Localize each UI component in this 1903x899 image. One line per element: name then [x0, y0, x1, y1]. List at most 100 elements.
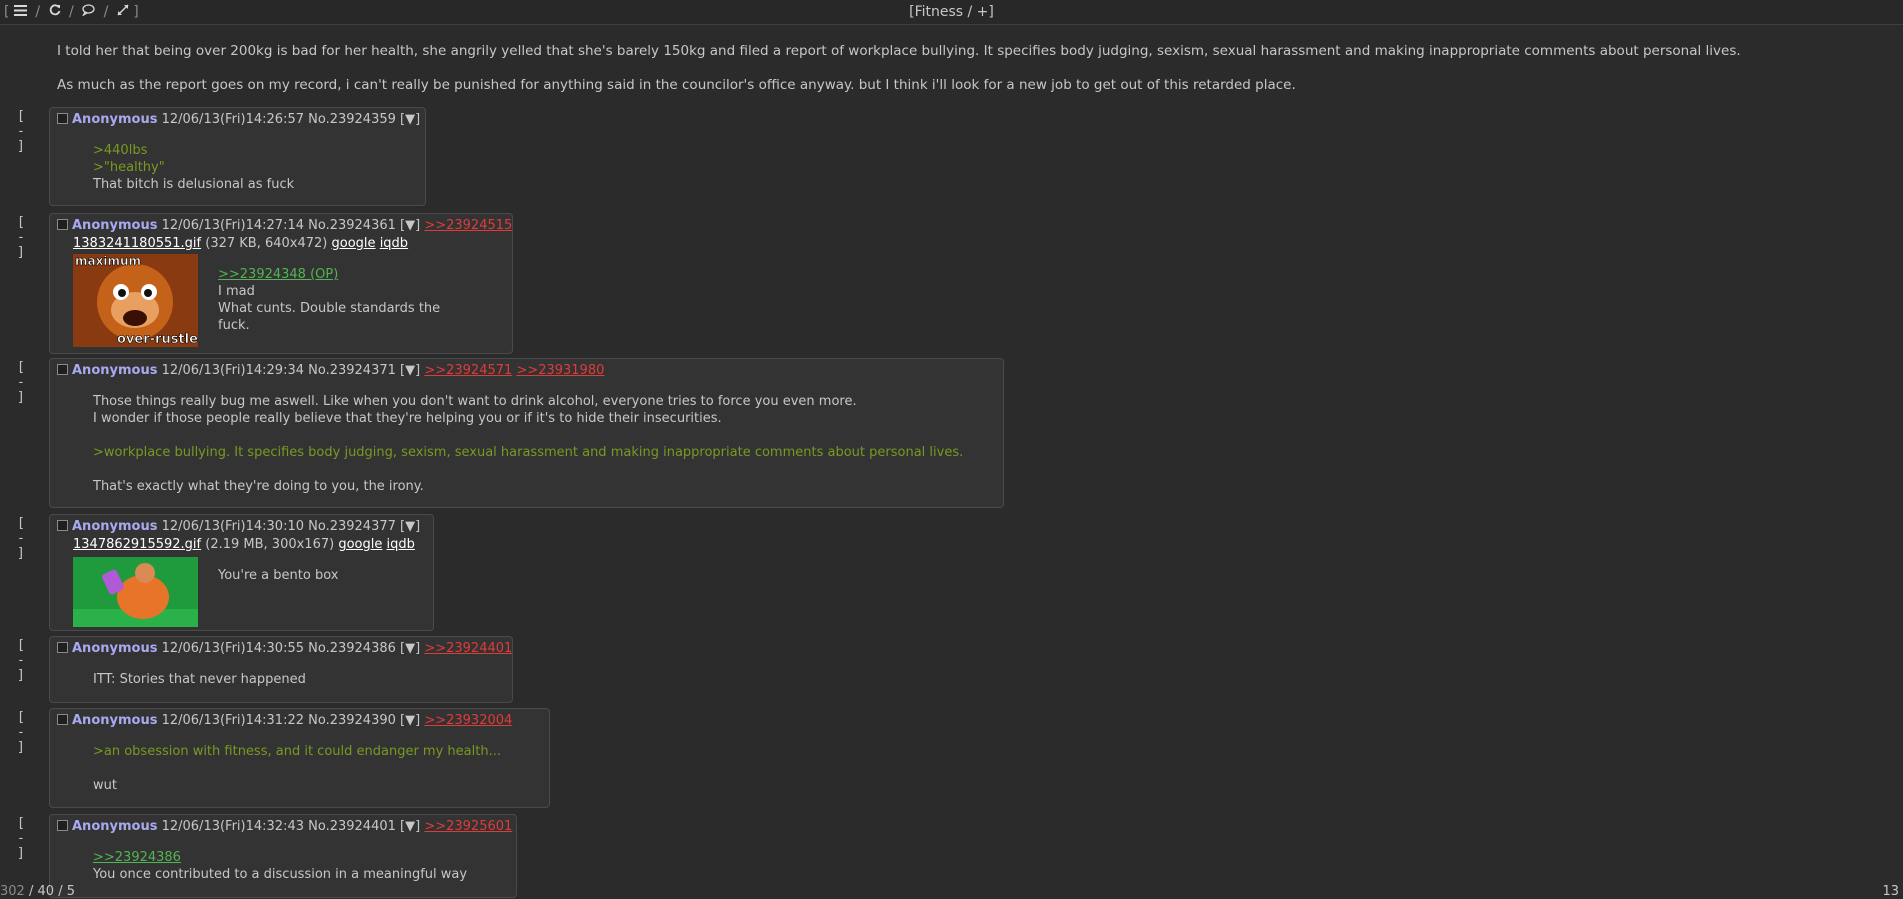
- post-number[interactable]: No.23924401: [308, 819, 396, 834]
- status-right: 13: [1882, 884, 1899, 899]
- iqdb-search-link[interactable]: iqdb: [387, 537, 415, 552]
- post-date: 12/06/13(Fri)14:30:10: [161, 519, 304, 534]
- quote-link[interactable]: >>23924348 (OP): [218, 267, 338, 282]
- file-meta: (2.19 MB, 300x167): [205, 537, 335, 552]
- google-search-link[interactable]: google: [338, 537, 382, 552]
- poster-name: Anonymous: [72, 641, 158, 656]
- backlink[interactable]: >>23924571: [424, 363, 512, 378]
- post-number[interactable]: No.23924359: [308, 112, 396, 127]
- quote-link[interactable]: >>23924386: [93, 850, 181, 865]
- post-message: >>23924386 You once contributed to a disc…: [93, 849, 467, 883]
- collapse-toggle[interactable]: [ - ]: [17, 710, 25, 755]
- message-line: I mad: [218, 284, 255, 299]
- post-info: Anonymous 12/06/13(Fri)14:30:55 No.23924…: [57, 641, 512, 656]
- post-menu-button[interactable]: [▼]: [400, 519, 420, 534]
- message-line: You're a bento box: [218, 568, 339, 583]
- message-line: You once contributed to a discussion in …: [93, 867, 468, 882]
- post-message: >440lbs >"healthy" That bitch is delusiona…: [93, 142, 294, 193]
- collapse-toggle[interactable]: [ - ]: [17, 360, 25, 405]
- post-info: Anonymous 12/06/13(Fri)14:29:34 No.23924…: [57, 363, 604, 378]
- greentext-line: >an obsession with fitness, and it could…: [93, 744, 501, 759]
- post-message: >>23924348 (OP) I mad What cunts. Double s…: [218, 266, 440, 334]
- post-menu-button[interactable]: [▼]: [400, 112, 420, 127]
- backlink[interactable]: >>23932004: [424, 713, 512, 728]
- google-search-link[interactable]: google: [332, 236, 376, 251]
- post-info: Anonymous 12/06/13(Fri)14:30:10 No.23924…: [57, 519, 420, 534]
- collapse-toggle[interactable]: [ - ]: [17, 215, 25, 260]
- backlink[interactable]: >>23924401: [424, 641, 512, 656]
- post-menu-button[interactable]: [▼]: [400, 819, 420, 834]
- image-count: 40: [37, 884, 55, 899]
- message-line: fuck.: [218, 318, 250, 333]
- post-checkbox[interactable]: [57, 520, 68, 531]
- reply-post: Anonymous 12/06/13(Fri)14:30:55 No.23924…: [49, 636, 513, 703]
- post-message: >an obsession with fitness, and it could…: [93, 743, 501, 794]
- post-date: 12/06/13(Fri)14:26:57: [161, 112, 304, 127]
- reply-post: Anonymous 12/06/13(Fri)14:29:34 No.23924…: [49, 358, 1004, 508]
- reply-post: Anonymous 12/06/13(Fri)14:27:14 No.23924…: [49, 213, 513, 354]
- message-line: Those things really bug me aswell. Like …: [93, 394, 857, 409]
- post-menu-button[interactable]: [▼]: [400, 363, 420, 378]
- post-info: Anonymous 12/06/13(Fri)14:31:22 No.23924…: [57, 713, 512, 728]
- board-title[interactable]: [Fitness / +]: [0, 0, 1903, 24]
- thread-stats: 302 / 40 / 5: [0, 884, 75, 899]
- backlink[interactable]: >>23931980: [516, 363, 604, 378]
- post-message: Those things really bug me aswell. Like …: [93, 393, 963, 495]
- post-checkbox[interactable]: [57, 714, 68, 725]
- file-name-link[interactable]: 1383241180551.gif: [73, 236, 201, 251]
- post-thumbnail[interactable]: [73, 557, 198, 627]
- message-line: [93, 461, 963, 478]
- reply-post: Anonymous 12/06/13(Fri)14:26:57 No.23924…: [49, 107, 426, 206]
- post-number[interactable]: No.23924390: [308, 713, 396, 728]
- top-bar: [ / / / ] [Fitness / +]: [0, 0, 1903, 25]
- post-count: 302: [0, 884, 25, 899]
- message-line: wut: [93, 778, 117, 793]
- post-number[interactable]: No.23924361: [308, 218, 396, 233]
- file-info: 1383241180551.gif (327 KB, 640x472) goog…: [73, 236, 408, 251]
- poster-name: Anonymous: [72, 363, 158, 378]
- post-menu-button[interactable]: [▼]: [400, 713, 420, 728]
- post-number[interactable]: No.23924386: [308, 641, 396, 656]
- reply-post: Anonymous 12/06/13(Fri)14:30:10 No.23924…: [49, 514, 434, 631]
- post-checkbox[interactable]: [57, 219, 68, 230]
- message-line: That's exactly what they're doing to you…: [93, 479, 424, 494]
- post-number[interactable]: No.23924377: [308, 519, 396, 534]
- message-line: That bitch is delusional as fuck: [93, 177, 295, 192]
- post-thumbnail[interactable]: maximum over-rustle: [73, 254, 198, 347]
- collapse-toggle[interactable]: [ - ]: [17, 109, 25, 154]
- collapse-toggle[interactable]: [ - ]: [17, 638, 25, 683]
- poster-name: Anonymous: [72, 713, 158, 728]
- greentext-line: >"healthy": [93, 160, 165, 175]
- collapse-toggle[interactable]: [ - ]: [17, 516, 25, 561]
- post-date: 12/06/13(Fri)14:32:43: [161, 819, 304, 834]
- message-line: I wonder if those people really believe …: [93, 411, 722, 426]
- collapse-toggle[interactable]: [ - ]: [17, 816, 25, 861]
- post-menu-button[interactable]: [▼]: [400, 641, 420, 656]
- quote-reference[interactable]: >>23924348 (OP): [218, 266, 440, 283]
- quote-reference[interactable]: >>23924386: [93, 849, 467, 866]
- post-date: 12/06/13(Fri)14:30:55: [161, 641, 304, 656]
- post-date: 12/06/13(Fri)14:27:14: [161, 218, 304, 233]
- post-message: ITT: Stories that never happened: [93, 671, 306, 688]
- post-number[interactable]: No.23924371: [308, 363, 396, 378]
- iqdb-search-link[interactable]: iqdb: [380, 236, 408, 251]
- poster-name: Anonymous: [72, 519, 158, 534]
- post-checkbox[interactable]: [57, 820, 68, 831]
- separator: /: [58, 884, 63, 899]
- message-line: ITT: Stories that never happened: [93, 672, 306, 687]
- message-line: [93, 760, 501, 777]
- image-caption-top: maximum: [75, 254, 141, 268]
- post-checkbox[interactable]: [57, 364, 68, 375]
- post-checkbox[interactable]: [57, 113, 68, 124]
- file-name-link[interactable]: 1347862915592.gif: [73, 537, 201, 552]
- post-checkbox[interactable]: [57, 642, 68, 653]
- message-line: [93, 427, 963, 444]
- backlink[interactable]: >>23924515: [424, 218, 512, 233]
- poster-name: Anonymous: [72, 112, 158, 127]
- op-post-body: I told her that being over 200kg is bad …: [57, 43, 1857, 111]
- backlink[interactable]: >>23925601: [424, 819, 512, 834]
- poster-name: Anonymous: [72, 819, 158, 834]
- post-date: 12/06/13(Fri)14:29:34: [161, 363, 304, 378]
- post-message: You're a bento box: [218, 567, 338, 584]
- post-menu-button[interactable]: [▼]: [400, 218, 420, 233]
